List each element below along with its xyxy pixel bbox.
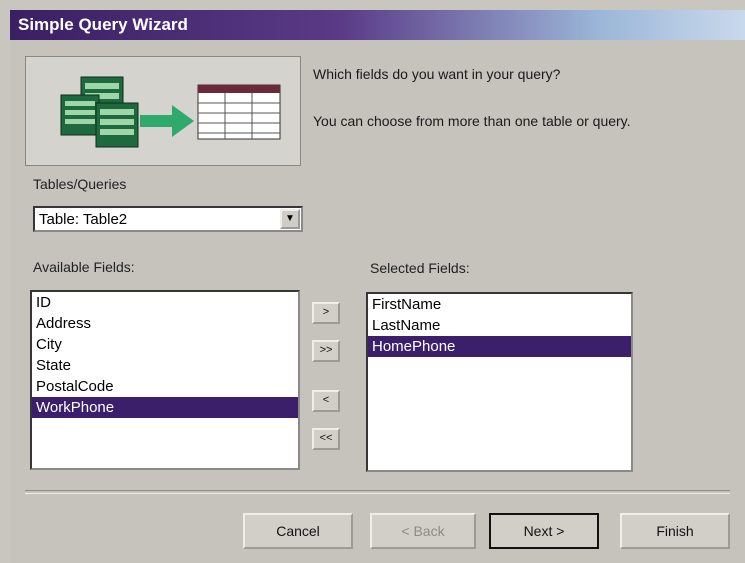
selected-fields-label: Selected Fields: (370, 260, 470, 276)
available-fields-label: Available Fields: (33, 259, 135, 275)
tables-queries-value: Table: Table2 (39, 211, 128, 228)
next-button[interactable]: Next > (489, 513, 599, 549)
list-item-selected[interactable]: WorkPhone (32, 397, 298, 418)
finish-button[interactable]: Finish (620, 513, 730, 549)
footer-divider (25, 490, 730, 494)
dropdown-arrow-icon[interactable]: ▼ (280, 209, 300, 229)
list-item[interactable]: LastName (368, 315, 631, 336)
window-title: Simple Query Wizard (18, 15, 188, 34)
available-fields-list[interactable]: ID Address City State PostalCode WorkPho… (30, 290, 300, 470)
instruction-line-1: Which fields do you want in your query? (313, 66, 561, 82)
wizard-illustration (25, 56, 301, 166)
tables-illustration-icon (60, 76, 281, 148)
remove-one-button[interactable]: < (312, 390, 340, 412)
tables-queries-label: Tables/Queries (33, 176, 127, 192)
selected-fields-list[interactable]: FirstName LastName HomePhone (366, 292, 633, 472)
list-item[interactable]: ID (32, 292, 298, 313)
list-item[interactable]: PostalCode (32, 376, 298, 397)
tables-queries-dropdown[interactable]: Table: Table2 ▼ (33, 206, 303, 232)
list-item[interactable]: State (32, 355, 298, 376)
list-item[interactable]: City (32, 334, 298, 355)
list-item-selected[interactable]: HomePhone (368, 336, 631, 357)
list-item[interactable]: Address (32, 313, 298, 334)
list-item[interactable]: FirstName (368, 294, 631, 315)
cancel-button[interactable]: Cancel (243, 513, 353, 549)
add-all-button[interactable]: >> (312, 340, 340, 362)
remove-all-button[interactable]: << (312, 428, 340, 450)
query-grid-icon (197, 84, 281, 140)
arrow-right-icon (140, 105, 194, 137)
add-one-button[interactable]: > (312, 302, 340, 324)
back-button[interactable]: < Back (370, 513, 476, 549)
instruction-line-2: You can choose from more than one table … (313, 113, 631, 129)
title-bar: Simple Query Wizard (10, 10, 745, 40)
